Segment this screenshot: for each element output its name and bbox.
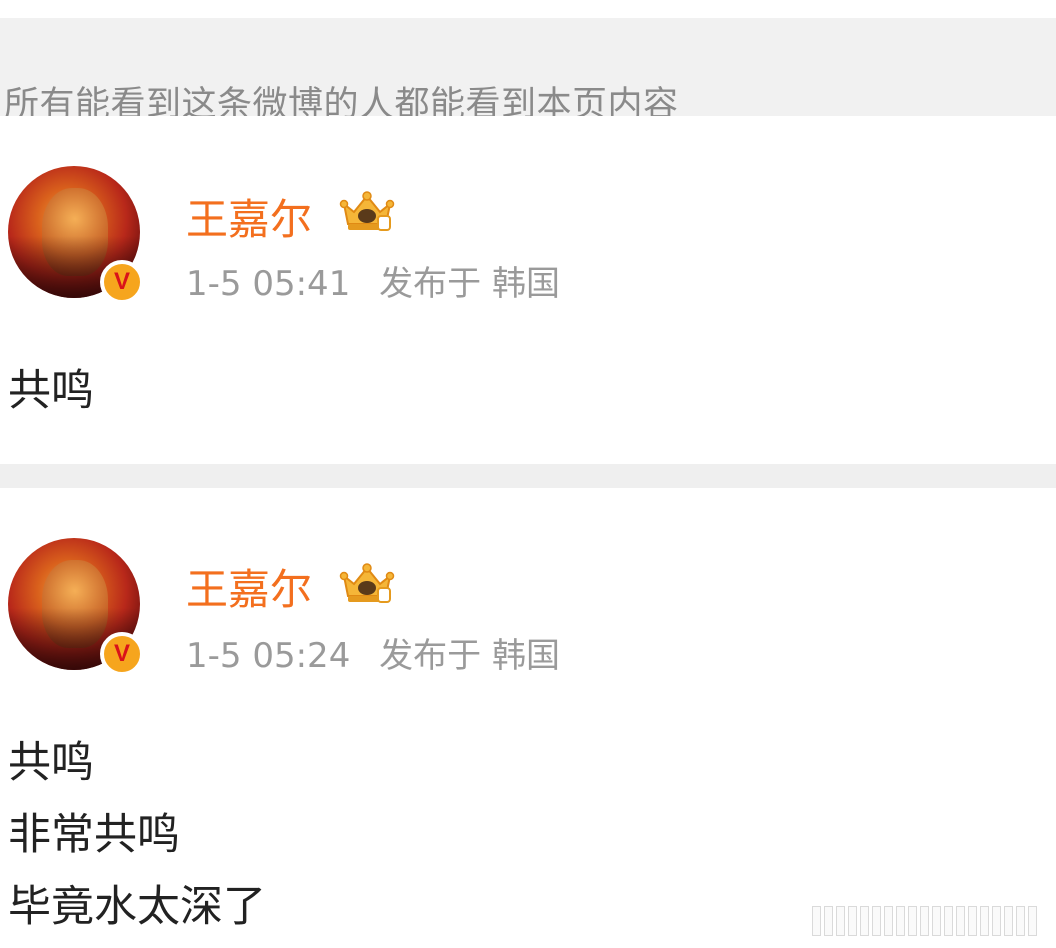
post-published-label: 发布于 — [379, 264, 482, 304]
username[interactable]: 王嘉尔 — [186, 186, 312, 247]
post-location: 韩国 — [491, 636, 560, 676]
top-strip — [0, 0, 1056, 18]
post-meta: 1-5 05:41 发布于 韩国 — [186, 256, 560, 305]
post-content-line: 毕竟水太深了 — [8, 882, 266, 932]
post-time: 1-5 05:24 — [186, 636, 351, 676]
crown-icon — [339, 563, 395, 603]
post-content-line: 共鸣 — [8, 366, 94, 416]
verified-v-icon: V — [100, 260, 144, 304]
post-meta: 1-5 05:24 发布于 韩国 — [186, 628, 560, 677]
username[interactable]: 王嘉尔 — [186, 556, 312, 617]
post-location: 韩国 — [491, 264, 560, 304]
post-card[interactable]: V 王嘉尔 1-5 05:41 发布于 韩国 共鸣 — [0, 116, 1056, 464]
post-content-line: 非常共鸣 — [8, 810, 180, 860]
post-content-line: 共鸣 — [8, 738, 94, 788]
post-published-label: 发布于 — [379, 636, 482, 676]
post-card[interactable]: V 王嘉尔 1-5 05:24 发布于 韩国 共鸣 非常共鸣 毕竟水太深了 — [0, 488, 1056, 948]
post-time: 1-5 05:41 — [186, 264, 351, 304]
post-divider — [0, 464, 1056, 488]
watermark — [812, 906, 1048, 938]
crown-icon — [339, 191, 395, 231]
visibility-notice-bar: 所有能看到这条微博的人都能看到本页内容 — [0, 18, 1056, 125]
verified-v-icon: V — [100, 632, 144, 676]
